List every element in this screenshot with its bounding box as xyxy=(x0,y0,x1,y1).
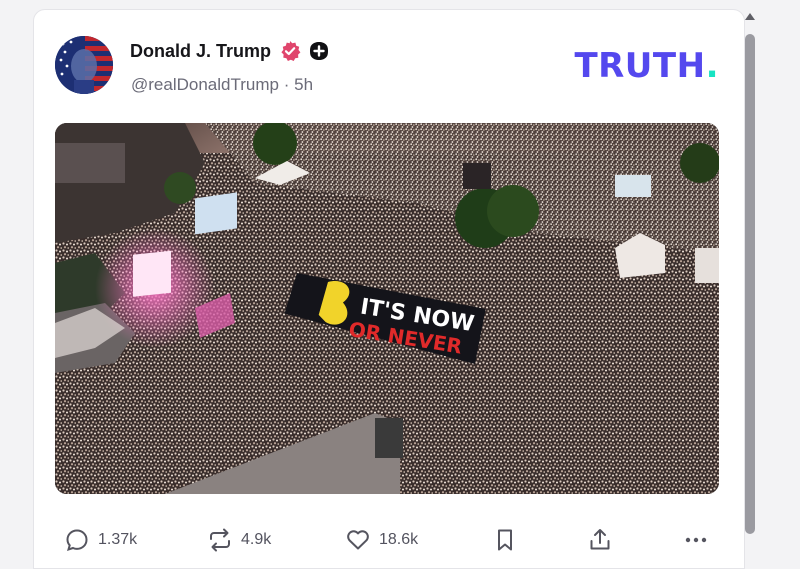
bookmark-icon xyxy=(498,529,512,551)
logo-text: TRUTH xyxy=(574,46,706,86)
verified-icon xyxy=(281,41,301,61)
author-display-name[interactable]: Donald J. Trump xyxy=(130,41,271,62)
like-button[interactable]: 18.6k xyxy=(345,520,418,560)
author-name-row: Donald J. Trump xyxy=(130,40,329,62)
avatar[interactable] xyxy=(55,36,113,94)
retruth-count: 4.9k xyxy=(241,531,272,548)
scrollbar-thumb[interactable] xyxy=(745,34,755,534)
retruth-button[interactable]: 4.9k xyxy=(207,520,271,560)
reply-icon xyxy=(66,529,88,552)
reply-count: 1.37k xyxy=(98,531,138,548)
plus-badge-icon xyxy=(310,42,329,60)
retruth-icon xyxy=(210,528,230,552)
share-button[interactable] xyxy=(587,520,613,560)
post-card: Donald J. Trump @realDonaldTrump · 5h TR… xyxy=(33,9,745,569)
post-actions: 1.37k 4.9k 18.6k xyxy=(34,520,746,560)
reply-button[interactable]: 1.37k xyxy=(64,520,137,560)
post-image[interactable]: IT'S NOW OR NEVER xyxy=(55,123,719,494)
post-time[interactable]: 5h xyxy=(294,75,313,94)
page-scrollbar-track[interactable] xyxy=(760,0,800,560)
more-options-button[interactable] xyxy=(683,520,709,560)
more-icon xyxy=(685,537,707,543)
like-icon xyxy=(347,530,369,550)
like-count: 18.6k xyxy=(379,531,419,548)
meta-separator: · xyxy=(283,75,290,94)
author-meta: @realDonaldTrump · 5h xyxy=(131,75,313,95)
scroll-up-icon[interactable] xyxy=(743,10,757,22)
logo-dot: . xyxy=(705,46,719,86)
truth-social-logo: TRUTH. xyxy=(574,46,719,86)
share-icon xyxy=(590,529,610,550)
author-handle[interactable]: @realDonaldTrump xyxy=(131,75,279,94)
bookmark-button[interactable] xyxy=(492,520,518,560)
